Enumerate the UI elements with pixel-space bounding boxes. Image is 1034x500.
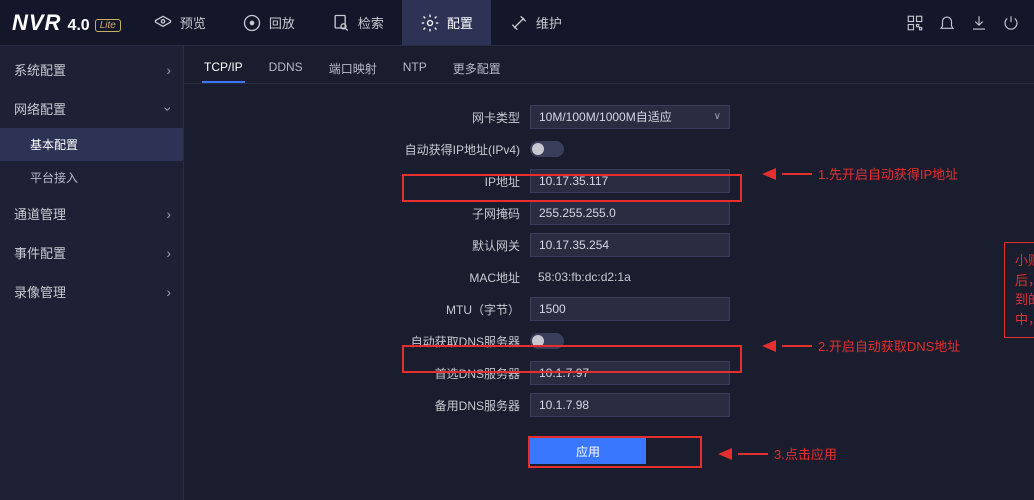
sidebar-item-label: 通道管理 [14, 204, 66, 223]
subtab-tcpip[interactable]: TCP/IP [202, 56, 245, 83]
topnav-search[interactable]: 检索 [313, 0, 402, 45]
sidebar-item-system[interactable]: 系统配置 › [0, 50, 183, 89]
annotation-text: 3.点击应用 [774, 444, 837, 463]
select-nic-type[interactable]: 10M/100M/1000M自适应 ∨ [530, 105, 730, 129]
sidebar-item-label: 录像管理 [14, 282, 66, 301]
logo-tag: Lite [95, 19, 121, 32]
label-gateway: 默认网关 [184, 237, 530, 254]
select-value: 10M/100M/1000M自适应 [539, 105, 672, 129]
subtab-portmap[interactable]: 端口映射 [327, 56, 379, 83]
chevron-right-icon: › [166, 206, 171, 222]
body: 系统配置 › 网络配置 › 基本配置 平台接入 通道管理 › 事件配置 › 录像… [0, 46, 1034, 500]
sidebar-sub-label: 基本配置 [30, 138, 78, 152]
toggle-auto-dns[interactable] [530, 333, 564, 349]
sidebar-sub-label: 平台接入 [30, 171, 78, 185]
subtab-label: NTP [403, 60, 427, 74]
topnav-label: 维护 [536, 13, 562, 32]
qr-icon[interactable] [906, 14, 924, 32]
topnav-label: 回放 [269, 13, 295, 32]
input-dns1[interactable] [530, 361, 730, 385]
sidebar-item-channel[interactable]: 通道管理 › [0, 194, 183, 233]
annotation-2: 2.开启自动获取DNS地址 [762, 336, 960, 355]
sidebar-item-label: 事件配置 [14, 243, 66, 262]
label-mask: 子网掩码 [184, 205, 530, 222]
input-gateway[interactable] [530, 233, 730, 257]
main: TCP/IP DDNS 端口映射 NTP 更多配置 网卡类型 10M/100M/… [184, 46, 1034, 500]
chevron-down-icon: ∨ [714, 105, 721, 129]
subtab-label: 端口映射 [329, 62, 377, 76]
topbar-right [906, 0, 1034, 45]
topnav-config[interactable]: 配置 [402, 0, 491, 45]
label-mac: MAC地址 [184, 269, 530, 286]
form: 网卡类型 10M/100M/1000M自适应 ∨ 自动获得IP地址(IPv4) … [184, 84, 1034, 464]
label-auto-ip: 自动获得IP地址(IPv4) [184, 141, 530, 158]
annotation-text: 1.先开启自动获得IP地址 [818, 164, 958, 183]
sidebar-item-label: 系统配置 [14, 60, 66, 79]
label-dns1: 首选DNS服务器 [184, 365, 530, 382]
logo: NVR 4.0 Lite [0, 10, 135, 36]
topnav-preview[interactable]: 预览 [135, 0, 224, 45]
sidebar-sub-basic[interactable]: 基本配置 [0, 128, 183, 161]
gear-icon [420, 13, 440, 33]
topnav-label: 预览 [180, 13, 206, 32]
input-mtu[interactable] [530, 297, 730, 321]
annotation-1: 1.先开启自动获得IP地址 [762, 164, 958, 183]
sidebar-sub-platform[interactable]: 平台接入 [0, 161, 183, 194]
input-ip[interactable] [530, 169, 730, 193]
label-ip: IP地址 [184, 173, 530, 190]
topnav-label: 配置 [447, 13, 473, 32]
arrow-left-icon [718, 448, 732, 460]
topnav: 预览 回放 检索 配置 维护 [135, 0, 580, 45]
power-icon[interactable] [1002, 14, 1020, 32]
annotation-text: 2.开启自动获取DNS地址 [818, 336, 960, 355]
sidebar: 系统配置 › 网络配置 › 基本配置 平台接入 通道管理 › 事件配置 › 录像… [0, 46, 184, 500]
arrow-left-icon [762, 168, 776, 180]
toggle-auto-ip[interactable] [530, 141, 564, 157]
input-mask[interactable] [530, 201, 730, 225]
annotation-3: 3.点击应用 [718, 444, 837, 463]
label-mtu: MTU（字节） [184, 301, 530, 318]
arrow-left-icon [762, 340, 776, 352]
camera-icon [153, 13, 173, 33]
logo-version: 4.0 [67, 17, 89, 35]
topnav-label: 检索 [358, 13, 384, 32]
subtab-ddns[interactable]: DDNS [267, 56, 305, 83]
subtabs: TCP/IP DDNS 端口映射 NTP 更多配置 [184, 46, 1034, 84]
subtab-ntp[interactable]: NTP [401, 56, 429, 83]
topbar: NVR 4.0 Lite 预览 回放 检索 配置 [0, 0, 1034, 46]
label-nic-type: 网卡类型 [184, 109, 530, 126]
topnav-playback[interactable]: 回放 [224, 0, 313, 45]
arrow-line [738, 453, 768, 455]
topnav-maintain[interactable]: 维护 [491, 0, 580, 45]
chevron-right-icon: › [166, 245, 171, 261]
apply-label: 应用 [576, 445, 600, 459]
playback-icon [242, 13, 262, 33]
logo-text: NVR [12, 10, 61, 36]
chevron-right-icon: › [166, 284, 171, 300]
arrow-line [782, 173, 812, 175]
label-dns2: 备用DNS服务器 [184, 397, 530, 414]
apply-button[interactable]: 应用 [530, 438, 646, 464]
tip-text: 小贴士：建议获取到IP和DNS后，再取消自动获取，将获取到的参数信息固定到网络参… [1015, 253, 1034, 327]
arrow-line [782, 345, 812, 347]
subtab-more[interactable]: 更多配置 [451, 56, 503, 83]
tools-icon [509, 13, 529, 33]
sidebar-item-event[interactable]: 事件配置 › [0, 233, 183, 272]
sidebar-item-record[interactable]: 录像管理 › [0, 272, 183, 311]
sidebar-item-label: 网络配置 [14, 99, 66, 118]
subtab-label: 更多配置 [453, 62, 501, 76]
bell-icon[interactable] [938, 14, 956, 32]
chevron-right-icon: › [166, 62, 171, 78]
chevron-down-icon: › [161, 106, 177, 111]
download-icon[interactable] [970, 14, 988, 32]
value-mac: 58:03:fb:dc:d2:1a [530, 265, 730, 289]
subtab-label: DDNS [269, 60, 303, 74]
subtab-label: TCP/IP [204, 60, 243, 74]
tip-box: 小贴士：建议获取到IP和DNS后，再取消自动获取，将获取到的参数信息固定到网络参… [1004, 242, 1034, 338]
input-dns2[interactable] [530, 393, 730, 417]
sidebar-item-network[interactable]: 网络配置 › [0, 89, 183, 128]
document-search-icon [331, 13, 351, 33]
label-auto-dns: 自动获取DNS服务器 [184, 333, 530, 350]
